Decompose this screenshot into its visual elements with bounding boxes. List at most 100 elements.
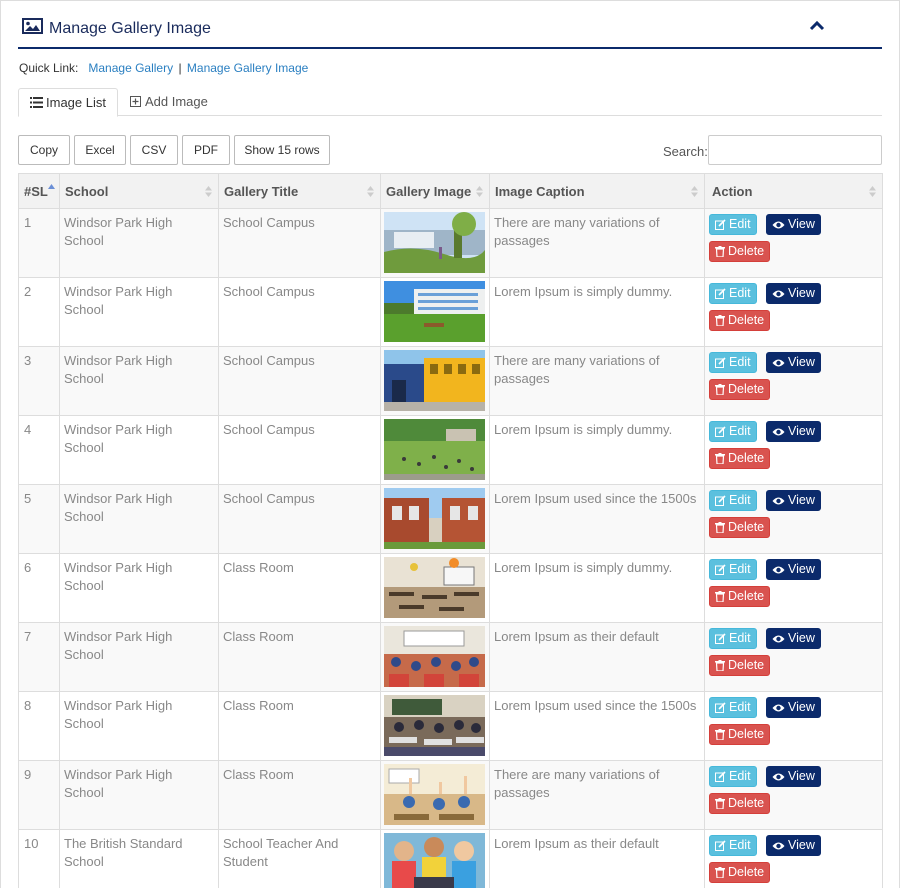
delete-button[interactable]: Delete <box>709 310 771 331</box>
trash-icon <box>715 522 725 534</box>
delete-button[interactable]: Delete <box>709 379 771 400</box>
edit-button[interactable]: Edit <box>709 835 757 856</box>
gallery-thumbnail[interactable] <box>384 350 485 411</box>
gallery-thumbnail[interactable] <box>384 833 485 888</box>
edit-icon <box>715 771 726 782</box>
cell-sl: 1 <box>18 208 60 278</box>
cell-school: Windsor Park High School <box>59 760 219 830</box>
edit-button-label: Edit <box>729 562 751 576</box>
delete-button[interactable]: Delete <box>709 793 771 814</box>
cell-action: Edit View Delete <box>704 346 883 416</box>
gallery-thumbnail[interactable] <box>384 764 485 825</box>
delete-button[interactable]: Delete <box>709 655 771 676</box>
delete-button[interactable]: Delete <box>709 724 771 745</box>
edit-button[interactable]: Edit <box>709 490 757 511</box>
view-button[interactable]: View <box>766 559 821 580</box>
cell-sl: 2 <box>18 277 60 347</box>
search-input[interactable] <box>708 135 882 165</box>
column-header-school[interactable]: School <box>59 173 219 209</box>
csv-button[interactable]: CSV <box>130 135 178 165</box>
sort-icon <box>869 186 876 197</box>
edit-icon <box>715 840 726 851</box>
edit-button[interactable]: Edit <box>709 559 757 580</box>
column-header-sl[interactable]: #SL <box>18 173 60 209</box>
delete-button[interactable]: Delete <box>709 448 771 469</box>
gallery-thumbnail[interactable] <box>384 212 485 273</box>
edit-button-label: Edit <box>729 631 751 645</box>
gallery-image-table: #SL School Gallery Title Gallery Image I… <box>18 173 883 888</box>
manage-gallery-link[interactable]: Manage Gallery <box>88 61 173 75</box>
cell-gallery-title: School Campus <box>218 277 381 347</box>
sort-asc-icon <box>48 184 55 189</box>
cell-gallery-title: Class Room <box>218 691 381 761</box>
view-button[interactable]: View <box>766 283 821 304</box>
view-button[interactable]: View <box>766 352 821 373</box>
cell-gallery-image <box>380 277 490 347</box>
column-header-gallery-image-label: Gallery Image <box>386 183 472 199</box>
column-header-action-label: Action <box>712 183 753 199</box>
tab-bar: Image List Add Image <box>18 88 882 117</box>
delete-button[interactable]: Delete <box>709 241 771 262</box>
gallery-thumbnail[interactable] <box>384 281 485 342</box>
table-row: 8 Windsor Park High School Class Room Lorem… <box>18 691 883 761</box>
delete-button-label: Delete <box>728 796 765 810</box>
eye-icon <box>772 704 785 712</box>
view-button[interactable]: View <box>766 697 821 718</box>
view-button[interactable]: View <box>766 766 821 787</box>
edit-button[interactable]: Edit <box>709 352 757 373</box>
gallery-thumbnail[interactable] <box>384 488 485 549</box>
cell-school: The British Standard School <box>59 829 219 888</box>
quick-link-label: Quick Link: <box>19 61 79 75</box>
edit-button[interactable]: Edit <box>709 214 757 235</box>
chevron-up-icon[interactable] <box>809 19 825 33</box>
view-button[interactable]: View <box>766 835 821 856</box>
edit-icon <box>715 633 726 644</box>
delete-button[interactable]: Delete <box>709 862 771 883</box>
excel-button[interactable]: Excel <box>74 135 126 165</box>
cell-image-caption: Lorem Ipsum as their default <box>489 829 705 888</box>
cell-gallery-title: School Teacher And Student <box>218 829 381 888</box>
column-header-gallery-title[interactable]: Gallery Title <box>218 173 381 209</box>
pdf-button[interactable]: PDF <box>182 135 230 165</box>
cell-gallery-title: Class Room <box>218 760 381 830</box>
column-header-gallery-image[interactable]: Gallery Image <box>380 173 490 209</box>
view-button[interactable]: View <box>766 421 821 442</box>
tab-image-list[interactable]: Image List <box>18 88 118 117</box>
view-button[interactable]: View <box>766 214 821 235</box>
table-row: 5 Windsor Park High School School Campus Lo… <box>18 484 883 554</box>
table-row: 4 Windsor Park High School School Campus Lo… <box>18 415 883 485</box>
edit-button[interactable]: Edit <box>709 766 757 787</box>
edit-button[interactable]: Edit <box>709 283 757 304</box>
edit-button[interactable]: Edit <box>709 697 757 718</box>
table-row: 9 Windsor Park High School Class Room There… <box>18 760 883 830</box>
tab-add-image[interactable]: Add Image <box>118 88 219 116</box>
table-row: 2 Windsor Park High School School Campus Lo… <box>18 277 883 347</box>
column-header-action[interactable]: Action <box>704 173 883 209</box>
column-header-sl-label: #SL <box>24 183 48 199</box>
gallery-thumbnail[interactable] <box>384 557 485 618</box>
table-header-row: #SL School Gallery Title Gallery Image I… <box>18 173 883 209</box>
edit-button[interactable]: Edit <box>709 421 757 442</box>
delete-button-label: Delete <box>728 244 765 258</box>
column-header-gallery-title-label: Gallery Title <box>224 183 299 199</box>
cell-image-caption: Lorem Ipsum is simply dummy. <box>489 415 705 485</box>
delete-button[interactable]: Delete <box>709 517 771 538</box>
copy-button[interactable]: Copy <box>18 135 70 165</box>
cell-sl: 10 <box>18 829 60 888</box>
gallery-thumbnail[interactable] <box>384 626 485 687</box>
gallery-thumbnail[interactable] <box>384 695 485 756</box>
cell-sl: 6 <box>18 553 60 623</box>
cell-gallery-image <box>380 829 490 888</box>
cell-action: Edit View Delete <box>704 208 883 278</box>
delete-button[interactable]: Delete <box>709 586 771 607</box>
view-button[interactable]: View <box>766 628 821 649</box>
view-button[interactable]: View <box>766 490 821 511</box>
edit-button[interactable]: Edit <box>709 628 757 649</box>
gallery-thumbnail[interactable] <box>384 419 485 480</box>
cell-sl: 8 <box>18 691 60 761</box>
manage-gallery-image-link[interactable]: Manage Gallery Image <box>187 61 308 75</box>
show-rows-button[interactable]: Show 15 rows <box>234 135 330 165</box>
cell-gallery-title: Class Room <box>218 622 381 692</box>
column-header-image-caption[interactable]: Image Caption <box>489 173 705 209</box>
edit-button-label: Edit <box>729 838 751 852</box>
